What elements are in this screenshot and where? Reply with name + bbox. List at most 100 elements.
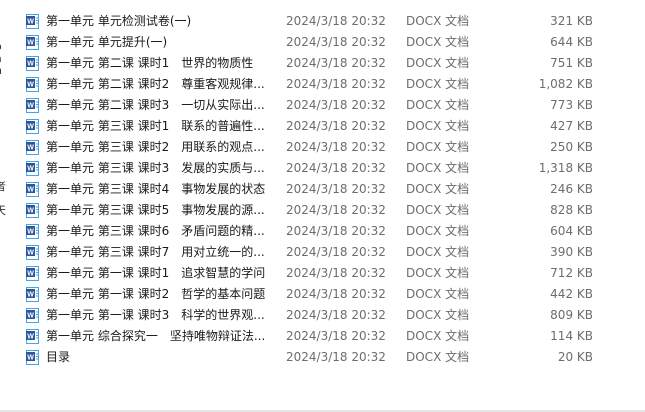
file-row[interactable]: W 第一单元 单元提升(一) 2024/3/18 20:32 DOCX 文档 644 K…: [18, 32, 628, 53]
file-size: 751 KB: [550, 56, 593, 70]
file-row[interactable]: W 第一单元 第一课 课时3 科学的世界观... 2024/3/18 20:32 DO…: [18, 305, 628, 326]
file-type: DOCX 文档: [406, 56, 470, 70]
file-name: 第一单元 第三课 课时3 发展的实质与...: [46, 161, 265, 175]
file-size: 442 KB: [550, 287, 593, 301]
word-doc-icon: W: [26, 203, 39, 218]
file-size: 644 KB: [550, 35, 593, 49]
file-size: 321 KB: [550, 14, 593, 28]
file-row[interactable]: W 第一单元 第三课 课时6 矛盾问题的精... 2024/3/18 20:32 DO…: [18, 221, 628, 242]
file-row[interactable]: W 第一单元 第三课 课时3 发展的实质与... 2024/3/18 20:32 DO…: [18, 158, 628, 179]
file-name: 第一单元 第二课 课时3 一切从实际出...: [46, 98, 265, 112]
file-row[interactable]: W 第一单元 第二课 课时1 世界的物质性 2024/3/18 20:32 DOCX …: [18, 53, 628, 74]
svg-text:W: W: [27, 81, 34, 88]
file-row[interactable]: W 第一单元 第一课 课时1 追求智慧的学问 2024/3/18 20:32 DOCX…: [18, 263, 628, 284]
file-name: 第一单元 第三课 课时2 用联系的观点...: [46, 140, 265, 154]
word-doc-icon: W: [26, 287, 39, 302]
svg-text:W: W: [27, 312, 34, 319]
file-size: 246 KB: [550, 182, 593, 196]
word-doc-icon: W: [26, 329, 39, 344]
file-date-modified: 2024/3/18 20:32: [286, 14, 386, 28]
file-date-modified: 2024/3/18 20:32: [286, 308, 386, 322]
file-row[interactable]: W 第一单元 单元检测试卷(一) 2024/3/18 20:32 DOCX 文档 321…: [18, 11, 628, 32]
file-row[interactable]: W 第一单元 综合探究一 坚持唯物辩证法... 2024/3/18 20:32 DOC…: [18, 326, 628, 347]
file-type: DOCX 文档: [406, 329, 470, 343]
file-row[interactable]: W 第一单元 第二课 课时2 尊重客观规律... 2024/3/18 20:32 DO…: [18, 74, 628, 95]
file-type: DOCX 文档: [406, 266, 470, 280]
word-doc-icon: W: [26, 350, 39, 365]
file-date-modified: 2024/3/18 20:32: [286, 119, 386, 133]
file-name: 目录: [46, 350, 71, 364]
word-doc-icon: W: [26, 245, 39, 260]
word-doc-icon: W: [26, 14, 39, 29]
file-type: DOCX 文档: [406, 245, 470, 259]
word-doc-icon: W: [26, 35, 39, 50]
file-size: 1,082 KB: [538, 77, 593, 91]
word-doc-icon: W: [26, 140, 39, 155]
file-date-modified: 2024/3/18 20:32: [286, 350, 386, 364]
file-row[interactable]: W 第一单元 第三课 课时7 用对立统一的... 2024/3/18 20:32 DO…: [18, 242, 628, 263]
file-row[interactable]: W 目录 2024/3/18 20:32 DOCX 文档 20 KB: [18, 347, 628, 368]
file-size: 20 KB: [557, 350, 593, 364]
file-date-modified: 2024/3/18 20:32: [286, 140, 386, 154]
file-type: DOCX 文档: [406, 203, 470, 217]
file-name: 第一单元 第三课 课时4 事物发展的状态: [46, 182, 266, 196]
file-row[interactable]: W 第一单元 第三课 课时1 联系的普遍性... 2024/3/18 20:32 DO…: [18, 116, 628, 137]
file-date-modified: 2024/3/18 20:32: [286, 245, 386, 259]
word-doc-icon: W: [26, 308, 39, 323]
file-size: 427 KB: [550, 119, 593, 133]
file-size: 712 KB: [550, 266, 593, 280]
file-row[interactable]: W 第一单元 第二课 课时3 一切从实际出... 2024/3/18 20:32 DO…: [18, 95, 628, 116]
file-name: 第一单元 单元提升(一): [46, 35, 168, 49]
file-type: DOCX 文档: [406, 224, 470, 238]
file-row[interactable]: W 第一单元 第三课 课时4 事物发展的状态 2024/3/18 20:32 DOCX…: [18, 179, 628, 200]
file-name: 第一单元 第一课 课时1 追求智慧的学问: [46, 266, 266, 280]
word-doc-icon: W: [26, 224, 39, 239]
file-date-modified: 2024/3/18 20:32: [286, 287, 386, 301]
file-size: 773 KB: [550, 98, 593, 112]
file-date-modified: 2024/3/18 20:32: [286, 35, 386, 49]
svg-text:W: W: [27, 207, 34, 214]
file-size: 250 KB: [550, 140, 593, 154]
svg-text:W: W: [27, 270, 34, 277]
svg-text:W: W: [27, 186, 34, 193]
file-name: 第一单元 第二课 课时2 尊重客观规律...: [46, 77, 265, 91]
file-name: 第一单元 第三课 课时1 联系的普遍性...: [46, 119, 265, 133]
svg-text:W: W: [27, 102, 34, 109]
file-size: 809 KB: [550, 308, 593, 322]
nav-fragment: 者: [0, 180, 6, 193]
file-date-modified: 2024/3/18 20:32: [286, 182, 386, 196]
file-type: DOCX 文档: [406, 308, 470, 322]
file-type: DOCX 文档: [406, 350, 470, 364]
file-type: DOCX 文档: [406, 287, 470, 301]
file-type: DOCX 文档: [406, 98, 470, 112]
file-date-modified: 2024/3/18 20:32: [286, 98, 386, 112]
word-doc-icon: W: [26, 182, 39, 197]
file-name: 第一单元 第一课 课时3 科学的世界观...: [46, 308, 265, 322]
svg-text:W: W: [27, 144, 34, 151]
file-date-modified: 2024/3/18 20:32: [286, 161, 386, 175]
nav-fragment: n: [0, 64, 2, 77]
file-row[interactable]: W 第一单元 第一课 课时2 哲学的基本问题 2024/3/18 20:32 DOCX…: [18, 284, 628, 305]
file-explorer-window: o a n 者 天 W 第一单元 单元检测试卷(一) 2024/3/18 20:32…: [0, 0, 645, 412]
file-name: 第一单元 第一课 课时2 哲学的基本问题: [46, 287, 266, 301]
file-name: 第一单元 第三课 课时5 事物发展的源...: [46, 203, 265, 217]
word-doc-icon: W: [26, 266, 39, 281]
file-size: 604 KB: [550, 224, 593, 238]
file-row[interactable]: W 第一单元 第三课 课时5 事物发展的源... 2024/3/18 20:32 DO…: [18, 200, 628, 221]
svg-text:W: W: [27, 60, 34, 67]
file-date-modified: 2024/3/18 20:32: [286, 266, 386, 280]
file-row[interactable]: W 第一单元 第三课 课时2 用联系的观点... 2024/3/18 20:32 DO…: [18, 137, 628, 158]
file-size: 390 KB: [550, 245, 593, 259]
file-type: DOCX 文档: [406, 161, 470, 175]
svg-text:W: W: [27, 249, 34, 256]
svg-text:W: W: [27, 123, 34, 130]
file-type: DOCX 文档: [406, 182, 470, 196]
svg-text:W: W: [27, 39, 34, 46]
svg-text:W: W: [27, 228, 34, 235]
file-type: DOCX 文档: [406, 140, 470, 154]
file-date-modified: 2024/3/18 20:32: [286, 56, 386, 70]
word-doc-icon: W: [26, 98, 39, 113]
word-doc-icon: W: [26, 56, 39, 71]
file-size: 1,318 KB: [538, 161, 593, 175]
word-doc-icon: W: [26, 119, 39, 134]
